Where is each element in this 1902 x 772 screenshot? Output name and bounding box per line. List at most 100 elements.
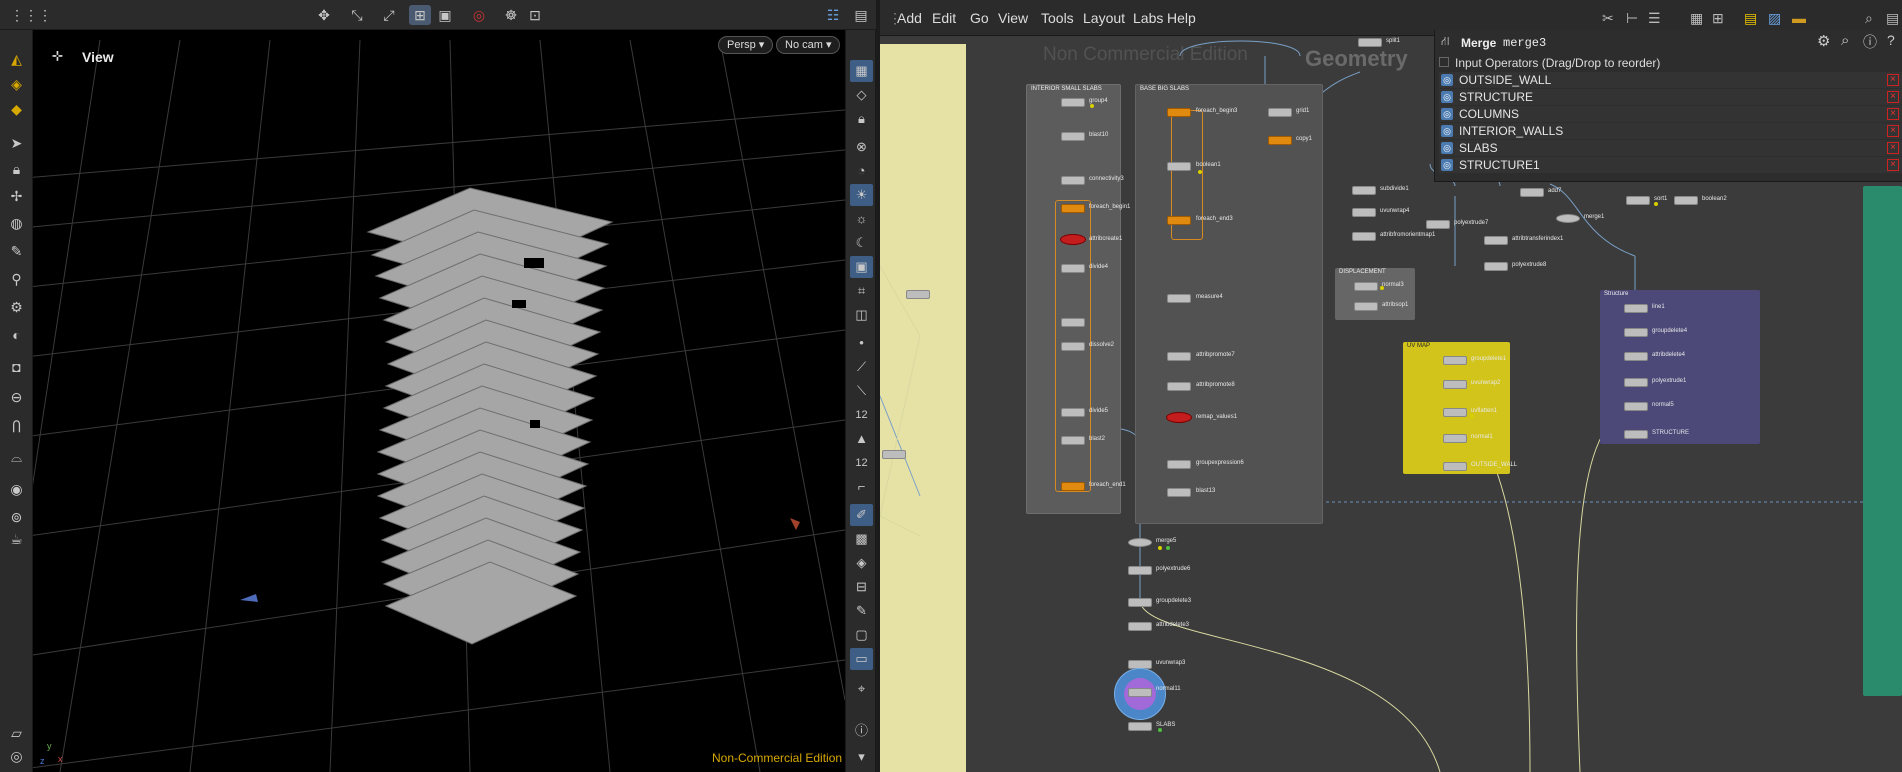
node-uv-uvunwrap[interactable] [1443, 380, 1467, 389]
tools-icon[interactable]: ✂ [1602, 10, 1614, 27]
section-toggle[interactable] [1439, 57, 1449, 67]
node-groupdelete3[interactable] [1128, 598, 1152, 607]
node-group4[interactable] [1061, 98, 1085, 107]
node-boolean1[interactable] [1167, 162, 1191, 171]
select-tool-icon[interactable]: ◭ [5, 48, 28, 70]
prim-numbers-label[interactable]: 12 [850, 452, 873, 474]
uv-icon[interactable]: ◈ [850, 552, 873, 574]
node-outside-wall-out[interactable] [1443, 462, 1467, 471]
normals-icon[interactable]: ⟋ [850, 356, 873, 378]
viewport-camera-icon[interactable]: ⊹ [52, 48, 63, 64]
tile-icon[interactable]: ⊞ [1712, 10, 1724, 27]
pointer-icon[interactable]: ➤ [5, 132, 28, 154]
frame-icon[interactable]: ▢ [850, 624, 873, 646]
node-divide5[interactable] [1061, 408, 1085, 417]
edit-tool-icon[interactable]: ◆ [5, 98, 28, 120]
node-uv-uvflatten[interactable] [1443, 408, 1467, 417]
backface-icon[interactable]: ◔ [850, 160, 873, 182]
node-line1[interactable] [1624, 304, 1648, 313]
node-split1[interactable] [1358, 38, 1382, 47]
node-remap-values1[interactable] [1166, 412, 1192, 423]
node-uv-groupdelete[interactable] [1443, 356, 1467, 365]
remove-input-icon[interactable]: × [1887, 142, 1899, 154]
rig-icon[interactable]: ⚙ [5, 296, 28, 318]
node-polyextrude7[interactable] [1426, 220, 1450, 229]
input-row[interactable]: ◎ STRUCTURE × [1439, 89, 1902, 105]
node-copy1[interactable] [1268, 136, 1292, 145]
location-icon[interactable]: ⌖ [850, 678, 873, 700]
template-icon[interactable]: ✐ [850, 504, 873, 526]
node-polyextrude8[interactable] [1484, 262, 1508, 271]
node-polyextrude6[interactable] [1128, 566, 1152, 575]
monitor-icon[interactable]: ▭ [850, 648, 873, 670]
brush-icon[interactable]: ✎ [5, 240, 28, 262]
lights-off-icon[interactable]: ☾ [850, 232, 873, 254]
teapot-icon[interactable]: ☕︎ [5, 528, 28, 550]
prim-display-icon[interactable]: ▲ [850, 428, 873, 450]
node-attribdelete3[interactable] [1128, 622, 1152, 631]
node-attribcreate1[interactable] [1060, 234, 1086, 245]
node-name-field[interactable] [1499, 34, 1749, 52]
menu-layout[interactable]: Layout [1083, 10, 1125, 26]
background-icon[interactable]: ◫ [850, 304, 873, 326]
checker-icon[interactable]: ▩ [850, 528, 873, 550]
remove-input-icon[interactable]: × [1887, 125, 1899, 137]
node-dissolve3[interactable] [1061, 342, 1085, 351]
viewport-layout-icon[interactable]: ▤ [850, 5, 872, 25]
node-boolean2[interactable] [1674, 196, 1698, 205]
sticky-note-icon[interactable]: ▤ [1744, 10, 1757, 27]
camera-icon[interactable]: ☸ [500, 5, 522, 25]
sculpt-icon[interactable]: ◐ [5, 324, 28, 346]
node-blast10[interactable] [1061, 132, 1085, 141]
magnet-icon[interactable]: ◘ [5, 356, 28, 378]
node-groupdelete4[interactable] [1624, 328, 1648, 337]
node-attribdelete4[interactable] [1624, 352, 1648, 361]
bones-icon[interactable]: ⚲ [5, 268, 28, 290]
display-icon[interactable]: ▣ [434, 5, 456, 25]
list-icon[interactable]: ☰ [1648, 10, 1661, 27]
help-icon[interactable]: ⓘ [1863, 32, 1877, 52]
node-attribpromote7[interactable] [1167, 352, 1191, 361]
texture-icon[interactable]: ⌗ [850, 280, 873, 302]
paint-icon[interactable]: ⌓ [5, 446, 28, 468]
ghost-icon[interactable]: ⊗ [850, 136, 873, 158]
input-row[interactable]: ◎ INTERIOR_WALLS × [1439, 123, 1902, 139]
point-display-icon[interactable]: • [850, 332, 873, 354]
render-icon[interactable]: ◎ [5, 745, 28, 767]
displacement-box[interactable]: DISPLACEMENT [1335, 268, 1415, 320]
node-merge5[interactable] [1128, 538, 1152, 547]
transform-tool-icon[interactable]: ◈ [5, 73, 28, 95]
collapse-down-icon[interactable]: ▾ [850, 746, 873, 768]
select-prims-icon[interactable]: ⤢ [378, 5, 400, 25]
point-numbers-label[interactable]: 12 [850, 404, 873, 426]
node-structure-out[interactable] [1624, 430, 1648, 439]
node-grid1[interactable] [1268, 108, 1292, 117]
view-tool-icon[interactable]: ◉ [5, 478, 28, 500]
help-question-icon[interactable]: ? [1887, 32, 1895, 48]
input-row[interactable]: ◎ COLUMNS × [1439, 106, 1902, 122]
input-row[interactable]: ◎ STRUCTURE1 × [1439, 157, 1902, 173]
pane-menu-icon[interactable]: ▤ [1886, 10, 1899, 27]
remove-input-icon[interactable]: × [1887, 159, 1899, 171]
node-dissolve2[interactable] [1061, 318, 1085, 327]
search-icon[interactable]: ⌕ [1865, 10, 1873, 27]
node-divide4[interactable] [1061, 264, 1085, 273]
node-measure4[interactable] [1167, 294, 1191, 303]
node-foreach-begin1[interactable] [1061, 204, 1085, 213]
remove-input-icon[interactable]: × [1887, 108, 1899, 120]
bbox-icon[interactable]: ⊟ [850, 576, 873, 598]
select-points-icon[interactable]: ✥ [313, 5, 335, 25]
folder-icon[interactable]: ▬ [1792, 10, 1806, 26]
node-normal11[interactable] [1128, 688, 1152, 697]
info-icon[interactable]: ⓘ [850, 720, 873, 742]
node-foreach-end1[interactable] [1061, 482, 1085, 491]
node-uvunwrap4[interactable] [1352, 208, 1376, 217]
node-foreach-begin3[interactable] [1167, 108, 1191, 117]
viewport-options-icon[interactable]: ☷ [822, 5, 844, 25]
wire-icon[interactable]: ⟍ [850, 380, 873, 402]
scene-viewport[interactable] [0, 0, 845, 772]
interior-small-slabs-box[interactable]: INTERIOR SMALL SLABS [1026, 84, 1121, 514]
vr-icon[interactable]: ⊡ [524, 5, 546, 25]
node-connectivity3[interactable] [1061, 176, 1085, 185]
node-groupexpression6[interactable] [1167, 460, 1191, 469]
